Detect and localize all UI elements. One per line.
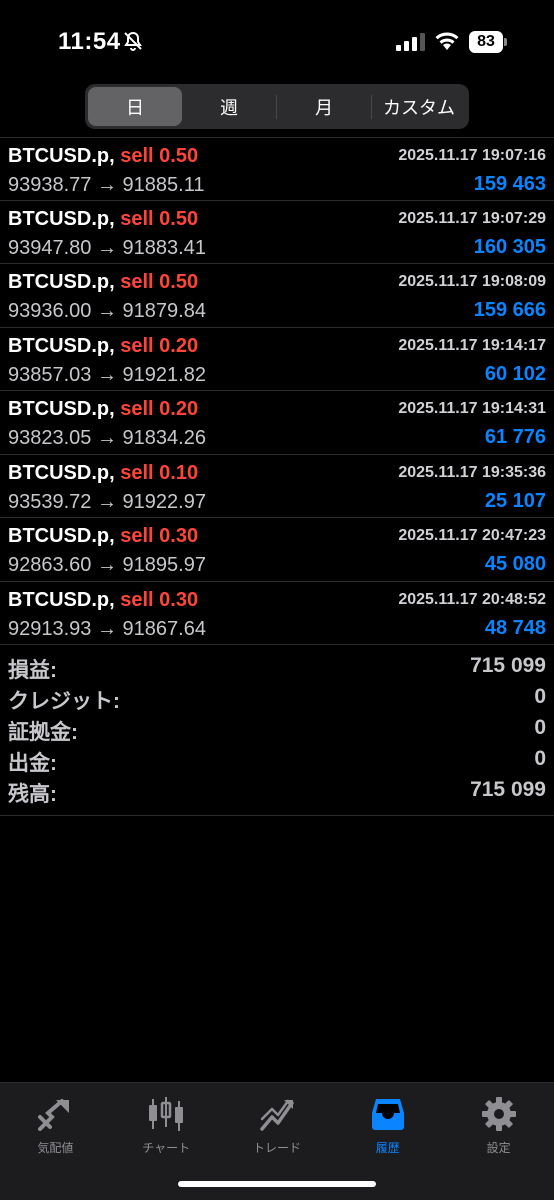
deal-prices: 93947.80 → 91883.41 bbox=[8, 236, 206, 259]
deal-profit: 159 666 bbox=[473, 299, 546, 321]
tab-label: 履歴 bbox=[375, 1141, 400, 1155]
deal-symbol-name: BTCUSD.p, bbox=[8, 588, 115, 611]
summary-value: 0 bbox=[534, 716, 546, 739]
deal-list: BTCUSD.p, sell 0.50 2025.11.17 19:07:16 … bbox=[0, 137, 554, 645]
summary-value: 715 099 bbox=[470, 778, 546, 801]
deal-prices: 93938.77 → 91885.11 bbox=[8, 174, 205, 196]
summary-label: 証拠金: bbox=[8, 721, 78, 744]
deal-symbol: BTCUSD.p, sell 0.20 bbox=[8, 335, 198, 358]
summary-value: 0 bbox=[534, 747, 546, 770]
summary-row-withdrawal: 出金: 0 bbox=[0, 745, 554, 776]
deal-time: 2025.11.17 20:47:23 bbox=[398, 527, 546, 544]
deal-profit: 60 102 bbox=[484, 362, 546, 385]
deal-prices: 93539.72 → 91922.97 bbox=[8, 490, 206, 513]
deal-symbol-name: BTCUSD.p, bbox=[8, 398, 115, 420]
deal-profit: 159 463 bbox=[473, 173, 546, 195]
deal-prices: 93936.00 → 91879.84 bbox=[8, 300, 206, 322]
bell-slash-icon bbox=[124, 31, 142, 51]
deal-profit: 45 080 bbox=[484, 553, 546, 575]
history-icon bbox=[371, 1099, 404, 1130]
segment-day[interactable]: 日 bbox=[88, 87, 182, 126]
summary-row-balance: 残高: 715 099 bbox=[0, 776, 554, 807]
deal-symbol-name: BTCUSD.p, bbox=[8, 145, 115, 167]
chart-icon bbox=[149, 1097, 184, 1131]
deal-time: 2025.11.17 19:07:16 bbox=[398, 147, 546, 164]
settings-icon bbox=[481, 1097, 516, 1131]
deal-side: sell 0.30 bbox=[120, 588, 199, 611]
deal-time: 2025.11.17 19:08:09 bbox=[398, 273, 546, 290]
summary-value: 0 bbox=[534, 685, 546, 708]
deal-symbol-name: BTCUSD.p, bbox=[8, 334, 115, 357]
deal-symbol-name: BTCUSD.p, bbox=[8, 271, 115, 293]
period-segmented-control: 日 週 月 カスタム bbox=[85, 84, 469, 129]
tab-settings[interactable]: 設定 bbox=[443, 1083, 554, 1200]
deal-row[interactable]: BTCUSD.p, sell 0.10 2025.11.17 19:35:36 … bbox=[0, 455, 554, 518]
segment-custom[interactable]: カスタム bbox=[372, 87, 466, 126]
deal-side: sell 0.20 bbox=[120, 334, 199, 357]
deal-profit: 25 107 bbox=[484, 489, 546, 512]
deal-row[interactable]: BTCUSD.p, sell 0.50 2025.11.17 19:07:29 … bbox=[0, 201, 554, 264]
deal-symbol-name: BTCUSD.p, bbox=[8, 207, 115, 230]
deal-symbol: BTCUSD.p, sell 0.30 bbox=[8, 525, 198, 548]
deal-side: sell 0.50 bbox=[120, 145, 199, 167]
deal-row[interactable]: BTCUSD.p, sell 0.20 2025.11.17 19:14:17 … bbox=[0, 328, 554, 391]
battery-indicator: 83 bbox=[469, 31, 503, 53]
cellular-signal-icon bbox=[396, 33, 425, 51]
deal-symbol: BTCUSD.p, sell 0.50 bbox=[8, 208, 198, 231]
tab-label: チャート bbox=[142, 1141, 191, 1155]
deal-profit: 48 748 bbox=[484, 616, 546, 639]
summary-label: 残高: bbox=[8, 783, 57, 806]
deal-profit: 61 776 bbox=[484, 426, 546, 448]
tab-label: 気配値 bbox=[37, 1141, 74, 1155]
wifi-icon bbox=[435, 32, 459, 50]
account-summary: 損益: 715 099 クレジット: 0 証拠金: 0 出金: 0 残高: 71… bbox=[0, 652, 554, 816]
deal-time: 2025.11.17 19:07:29 bbox=[398, 209, 546, 227]
deal-row[interactable]: BTCUSD.p, sell 0.20 2025.11.17 19:14:31 … bbox=[0, 391, 554, 455]
deal-side: sell 0.30 bbox=[120, 525, 199, 547]
deal-prices: 93823.05 → 91834.26 bbox=[8, 427, 206, 449]
deal-symbol-name: BTCUSD.p, bbox=[8, 461, 115, 484]
deal-side: sell 0.50 bbox=[120, 271, 199, 293]
segment-month[interactable]: 月 bbox=[277, 87, 371, 126]
deal-row[interactable]: BTCUSD.p, sell 0.30 2025.11.17 20:47:23 … bbox=[0, 518, 554, 582]
deal-time: 2025.11.17 19:14:31 bbox=[398, 400, 546, 417]
deal-side: sell 0.20 bbox=[120, 398, 199, 420]
summary-label: クレジット: bbox=[8, 690, 120, 713]
summary-value: 715 099 bbox=[470, 654, 546, 677]
status-time: 11:54 bbox=[58, 28, 121, 55]
deal-prices: 93857.03 → 91921.82 bbox=[8, 363, 206, 386]
segment-week[interactable]: 週 bbox=[182, 87, 276, 126]
deal-row[interactable]: BTCUSD.p, sell 0.30 2025.11.17 20:48:52 … bbox=[0, 582, 554, 645]
battery-tip bbox=[504, 38, 507, 46]
status-bar: 11:54 83 bbox=[0, 0, 554, 82]
deal-row[interactable]: BTCUSD.p, sell 0.50 2025.11.17 19:07:16 … bbox=[0, 137, 554, 201]
tab-quotes[interactable]: 気配値 bbox=[0, 1083, 111, 1200]
quotes-icon bbox=[38, 1099, 70, 1131]
summary-row-profit: 損益: 715 099 bbox=[0, 652, 554, 683]
deal-time: 2025.11.17 20:48:52 bbox=[398, 590, 546, 608]
summary-label: 出金: bbox=[8, 752, 57, 775]
summary-label: 損益: bbox=[8, 659, 57, 682]
trade-icon bbox=[260, 1099, 294, 1131]
tab-label: 設定 bbox=[486, 1141, 511, 1155]
deal-profit: 160 305 bbox=[473, 235, 546, 258]
summary-row-margin: 証拠金: 0 bbox=[0, 714, 554, 745]
deal-side: sell 0.10 bbox=[120, 461, 199, 484]
deal-symbol: BTCUSD.p, sell 0.30 bbox=[8, 589, 198, 612]
deal-symbol: BTCUSD.p, sell 0.20 bbox=[8, 398, 198, 421]
home-indicator[interactable] bbox=[178, 1181, 376, 1187]
deal-time: 2025.11.17 19:14:17 bbox=[398, 336, 546, 354]
summary-row-credit: クレジット: 0 bbox=[0, 683, 554, 714]
deal-symbol-name: BTCUSD.p, bbox=[8, 525, 115, 547]
tab-label: トレード bbox=[252, 1141, 301, 1155]
deal-symbol: BTCUSD.p, sell 0.50 bbox=[8, 145, 198, 168]
deal-row[interactable]: BTCUSD.p, sell 0.50 2025.11.17 19:08:09 … bbox=[0, 264, 554, 328]
deal-time: 2025.11.17 19:35:36 bbox=[398, 463, 546, 481]
deal-symbol: BTCUSD.p, sell 0.50 bbox=[8, 271, 198, 294]
deal-symbol: BTCUSD.p, sell 0.10 bbox=[8, 462, 198, 485]
deal-prices: 92863.60 → 91895.97 bbox=[8, 554, 206, 576]
deal-side: sell 0.50 bbox=[120, 207, 199, 230]
deal-prices: 92913.93 → 91867.64 bbox=[8, 617, 206, 640]
